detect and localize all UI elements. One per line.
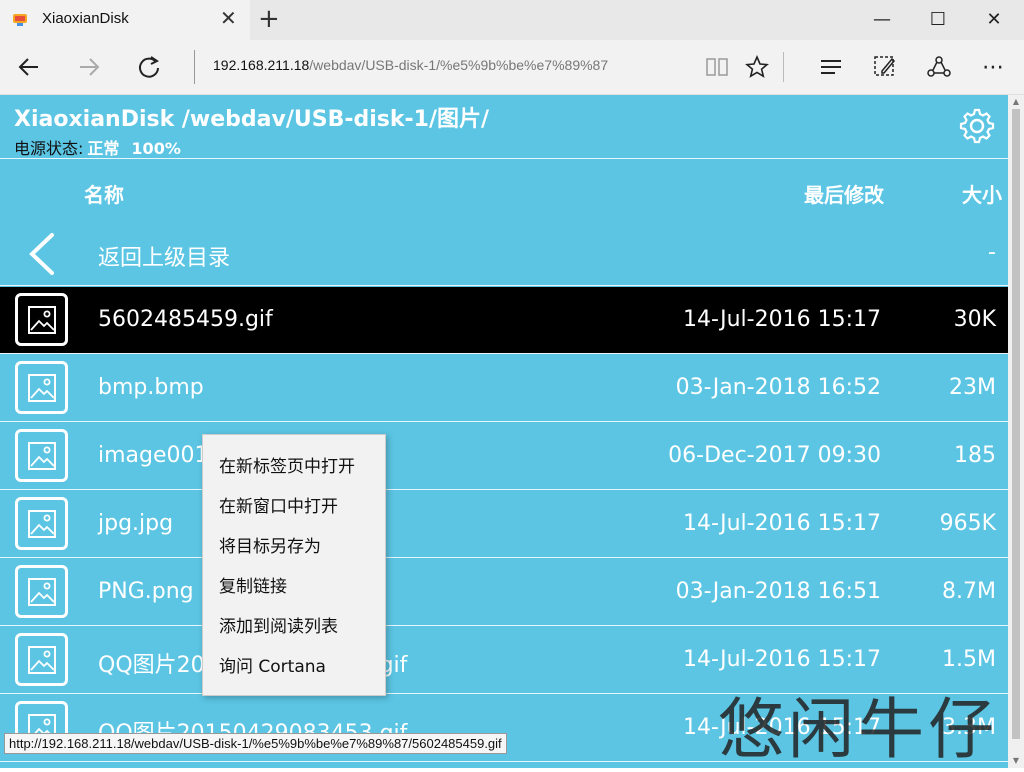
- parent-directory-label: 返回上级目录: [98, 246, 231, 271]
- file-name[interactable]: image001: [98, 443, 209, 468]
- file-modified-date: 14-Jul-2016 15:17: [682, 511, 881, 536]
- parent-directory-size: -: [988, 240, 996, 265]
- file-name[interactable]: PNG.png: [98, 579, 194, 604]
- file-modified-date: 14-Jul-2016 15:17: [682, 307, 881, 332]
- file-row[interactable]: bmp.bmp 03-Jan-2018 16:52 23M: [0, 355, 1008, 422]
- menu-add-to-reading-list[interactable]: 添加到阅读列表: [219, 612, 338, 637]
- file-name[interactable]: bmp.bmp: [98, 375, 204, 400]
- watermark: 悠闲牛仔: [718, 691, 998, 768]
- column-header-size[interactable]: 大小: [962, 179, 1002, 208]
- power-status: 电源状态: 正常 100%: [14, 135, 181, 159]
- address-bar[interactable]: 192.168.211.18/webdav/USB-disk-1/%e5%9b%…: [194, 50, 695, 84]
- file-size: 965K: [939, 511, 996, 536]
- file-modified-date: 03-Jan-2018 16:51: [675, 579, 881, 604]
- power-label: 电源状态:: [14, 139, 84, 158]
- column-header-name[interactable]: 名称: [84, 179, 124, 208]
- share-icon[interactable]: [914, 40, 964, 94]
- maximize-icon[interactable]: ☐: [910, 0, 966, 40]
- back-chevron-icon: [29, 233, 54, 275]
- settings-gear-icon[interactable]: [958, 107, 996, 149]
- file-modified-date: 14-Jul-2016 15:17: [682, 647, 881, 672]
- navigation-bar: 192.168.211.18/webdav/USB-disk-1/%e5%9b%…: [0, 40, 1024, 95]
- menu-open-new-window[interactable]: 在新窗口中打开: [219, 492, 338, 517]
- menu-ask-cortana[interactable]: 询问 Cortana: [219, 652, 326, 677]
- file-row[interactable]: PNG.png 03-Jan-2018 16:51 8.7M: [0, 559, 1008, 626]
- scroll-up-icon[interactable]: ▲: [1008, 95, 1024, 109]
- refresh-icon[interactable]: [124, 40, 174, 94]
- menu-open-new-tab[interactable]: 在新标签页中打开: [219, 452, 355, 477]
- close-window-icon[interactable]: ✕: [966, 0, 1022, 40]
- parent-directory-row[interactable]: 返回上级目录 -: [0, 220, 1008, 286]
- file-size: 185: [954, 443, 996, 468]
- file-name[interactable]: jpg.jpg: [98, 511, 173, 536]
- image-file-icon: [15, 565, 68, 618]
- file-row[interactable]: image001 06-Dec-2017 09:30 185: [0, 423, 1008, 490]
- image-file-icon: [15, 429, 68, 482]
- new-tab-icon[interactable]: +: [258, 4, 280, 34]
- forward-icon[interactable]: [64, 40, 114, 94]
- scroll-down-icon[interactable]: ▼: [1008, 754, 1024, 768]
- context-menu: 在新标签页中打开 在新窗口中打开 将目标另存为 复制链接 添加到阅读列表 询问 …: [202, 434, 386, 696]
- more-options-icon[interactable]: ⋯: [968, 40, 1018, 94]
- image-file-icon: [15, 361, 68, 414]
- page-title: XiaoxianDisk /webdav/USB-disk-1/图片/: [14, 107, 490, 132]
- file-size: 30K: [953, 307, 996, 332]
- column-header-modified[interactable]: 最后修改: [804, 179, 884, 208]
- favorite-star-icon[interactable]: [732, 40, 782, 94]
- menu-copy-link[interactable]: 复制链接: [219, 572, 287, 597]
- tab-title: XiaoxianDisk: [42, 10, 129, 27]
- browser-tab[interactable]: XiaoxianDisk ✕: [0, 0, 250, 40]
- vertical-scrollbar[interactable]: ▲ ▼: [1008, 95, 1024, 768]
- power-percent: 100%: [131, 139, 181, 158]
- file-modified-date: 06-Dec-2017 09:30: [668, 443, 881, 468]
- title-bar: XiaoxianDisk ✕ + — ☐ ✕: [0, 0, 1024, 40]
- address-url: 192.168.211.18/webdav/USB-disk-1/%e5%9b%…: [213, 57, 609, 73]
- image-file-icon: [15, 497, 68, 550]
- file-browser-page: XiaoxianDisk /webdav/USB-disk-1/图片/ 电源状态…: [0, 95, 1008, 768]
- file-row[interactable]: 5602485459.gif 14-Jul-2016 15:17 30K: [0, 287, 1008, 354]
- menu-save-target-as[interactable]: 将目标另存为: [219, 532, 321, 557]
- close-tab-icon[interactable]: ✕: [220, 8, 237, 28]
- scroll-thumb[interactable]: [1012, 109, 1020, 739]
- file-row[interactable]: jpg.jpg 14-Jul-2016 15:17 965K: [0, 491, 1008, 558]
- web-note-icon[interactable]: [860, 40, 910, 94]
- image-file-icon: [15, 633, 68, 686]
- file-size: 8.7M: [942, 579, 996, 604]
- app-favicon-icon: [13, 14, 27, 26]
- status-url: http://192.168.211.18/webdav/USB-disk-1/…: [4, 733, 507, 754]
- file-name[interactable]: 5602485459.gif: [98, 307, 273, 332]
- image-file-icon: [15, 293, 68, 346]
- hub-menu-icon[interactable]: [806, 40, 856, 94]
- power-status-value: 正常: [87, 139, 120, 158]
- file-modified-date: 03-Jan-2018 16:52: [675, 375, 881, 400]
- back-icon[interactable]: [4, 40, 54, 94]
- minimize-icon[interactable]: —: [854, 0, 910, 40]
- file-size: 23M: [949, 375, 996, 400]
- file-size: 1.5M: [942, 647, 996, 672]
